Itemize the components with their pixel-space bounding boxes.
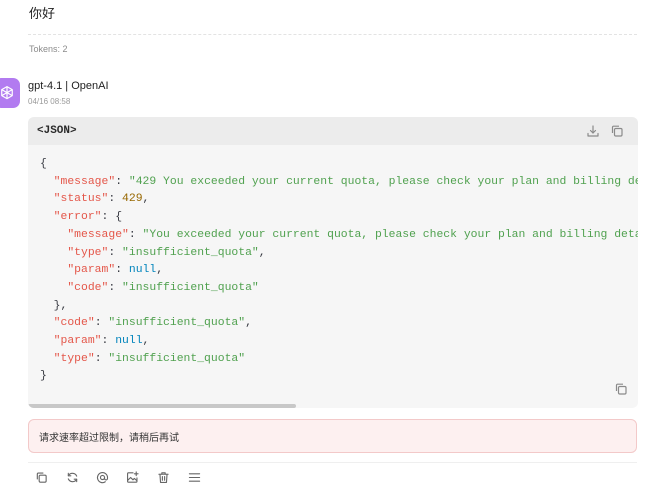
code-line: "message": "You exceeded your current qu… <box>67 228 638 241</box>
copy-icon[interactable] <box>610 124 624 138</box>
mention-icon[interactable] <box>95 470 109 484</box>
code-line: "error": { <box>53 211 123 224</box>
code-language-label: <JSON> <box>37 125 77 137</box>
code-line: }, <box>40 299 68 312</box>
openai-logo-icon <box>0 78 20 108</box>
code-line: "code": "insufficient_quota" <box>67 281 259 294</box>
code-line: } <box>40 370 47 383</box>
toolbar-divider <box>28 462 637 463</box>
code-block-header: <JSON> <box>28 117 638 145</box>
regenerate-icon[interactable] <box>65 470 79 484</box>
json-code: { "message": "429 You exceeded your curr… <box>40 156 638 386</box>
code-block: <JSON> { "message": "429 You exceeded yo… <box>28 117 638 408</box>
code-body: { "message": "429 You exceeded your curr… <box>28 145 638 408</box>
horizontal-scrollbar[interactable] <box>28 404 296 408</box>
download-icon[interactable] <box>586 124 600 138</box>
code-line: "type": "insufficient_quota" <box>53 352 246 365</box>
error-notice: 请求速率超过限制，请稍后再试 <box>28 419 637 453</box>
message-divider <box>28 34 637 35</box>
menu-icon[interactable] <box>187 470 201 484</box>
message-timestamp: 04/16 08:58 <box>28 97 71 106</box>
code-line: "status": 429, <box>53 193 150 206</box>
code-line: "code": "insufficient_quota", <box>53 317 252 330</box>
delete-icon[interactable] <box>156 470 170 484</box>
error-notice-text: 请求速率超过限制，请稍后再试 <box>39 432 179 444</box>
code-line: "param": null, <box>53 335 150 348</box>
code-line: "message": "429 You exceeded your curren… <box>53 175 638 188</box>
model-name: gpt-4.1 | OpenAI <box>28 80 109 92</box>
code-line: "type": "insufficient_quota", <box>67 246 266 259</box>
copy-icon[interactable] <box>614 382 628 396</box>
image-add-icon[interactable] <box>125 470 139 484</box>
code-line: "param": null, <box>67 264 164 277</box>
copy-icon[interactable] <box>34 470 48 484</box>
token-count: Tokens: 2 <box>29 44 68 54</box>
user-message-text: 你好 <box>29 6 56 21</box>
code-line: { <box>40 158 47 170</box>
